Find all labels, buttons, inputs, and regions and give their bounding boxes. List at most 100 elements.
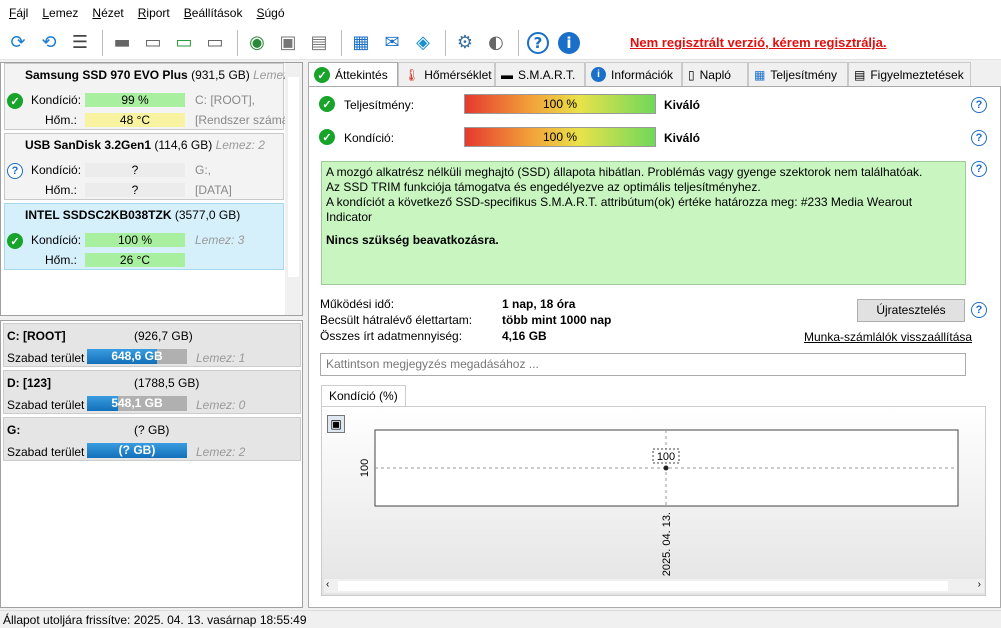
disk-lemez: Lemez: 3 — [195, 233, 245, 247]
free-space-bar: 548,1 GB — [87, 396, 187, 411]
ok-check-icon: ✓ — [319, 96, 335, 112]
condition-bar: 100 % — [85, 233, 185, 247]
help-icon[interactable]: ? — [971, 161, 987, 177]
toolbar-separator — [445, 29, 446, 56]
chart-tab-condition[interactable]: Kondíció (%) — [321, 385, 406, 407]
info-icon[interactable]: i — [555, 29, 583, 57]
toolbar-separator — [102, 29, 103, 56]
menu-report[interactable]: Riport — [131, 0, 177, 26]
disk-item-samsung[interactable]: Samsung SSD 970 EVO Plus (931,5 GB) Leme… — [4, 63, 302, 130]
disk-schedule-icon[interactable]: ▭ — [139, 29, 167, 57]
refresh-icon[interactable]: ⟳ — [4, 29, 32, 57]
scroll-thumb[interactable] — [338, 581, 948, 591]
partition-item[interactable]: G: (? GB) Szabad terület (? GB) Lemez: 2 — [3, 417, 301, 461]
help-icon[interactable]: ? — [971, 302, 987, 318]
tab-warnings[interactable]: ▤ Figyelmeztetések — [848, 62, 971, 86]
temperature-bar: 48 °C — [85, 113, 185, 127]
tab-log[interactable]: ▯ Napló — [682, 62, 748, 86]
disk-check-icon[interactable]: ▭ — [170, 29, 198, 57]
disk-volumes: G:, — [195, 163, 212, 177]
remote-disk-icon[interactable]: ▤ — [305, 29, 333, 57]
unregistered-link[interactable]: Nem regisztrált verzió, kérem regisztrál… — [630, 35, 887, 50]
menu-settings[interactable]: Beállítások — [177, 0, 250, 26]
refresh-all-icon[interactable]: ⟲ — [35, 29, 63, 57]
disk-list-scrollbar[interactable] — [285, 63, 302, 315]
x-tick-label: 2025. 04. 13. — [661, 512, 673, 576]
partition-lemez: Lemez: 1 — [196, 351, 246, 365]
info-icon: i — [591, 67, 606, 82]
alert-icon[interactable]: ◈ — [409, 29, 437, 57]
lifetime-label: Becsült hátralévő élettartam: — [320, 313, 473, 327]
message-action: Nincs szükség beavatkozásra. — [326, 233, 499, 247]
retest-button[interactable]: Újratesztelés — [857, 299, 965, 322]
reset-counters-link[interactable]: Munka-számlálók visszaállítása — [804, 330, 972, 344]
disk-item-sandisk[interactable]: USB SanDisk 3.2Gen1 (114,6 GB) Lemez: 2 … — [4, 133, 284, 200]
server-icon[interactable]: ▣ — [274, 29, 302, 57]
left-panel: Samsung SSD 970 EVO Plus (931,5 GB) Leme… — [0, 62, 303, 608]
tab-info[interactable]: i Információk — [585, 62, 682, 86]
data-label: 100 — [657, 451, 675, 463]
menu-bar: Fájl Lemez Nézet Riport Beállítások Súgó — [0, 0, 1001, 26]
uptime-label: Működési idő: — [320, 297, 395, 311]
ok-check-icon: ✓ — [7, 233, 23, 249]
help-icon[interactable]: ? — [971, 97, 987, 113]
menu-help[interactable]: Súgó — [249, 0, 291, 26]
log-icon: ▯ — [688, 67, 695, 82]
temperature-label: Hőm.: — [45, 253, 78, 267]
help-icon[interactable]: ? — [524, 29, 552, 57]
free-space-bar: (? GB) — [87, 443, 187, 458]
chart-scrollbar[interactable]: ‹ › — [324, 579, 984, 593]
menu-view[interactable]: Nézet — [85, 0, 130, 26]
ok-check-icon: ✓ — [314, 67, 330, 83]
overview-panel: ✓ Teljesítmény: 100 % Kiváló ? ✓ Kondíci… — [308, 86, 1001, 608]
y-tick-label: 100 — [359, 459, 371, 477]
warnings-icon: ▤ — [854, 67, 866, 82]
free-space-label: Szabad terület — [7, 398, 85, 412]
help-icon[interactable]: ? — [971, 130, 987, 146]
disk-icon[interactable]: ▬ — [108, 29, 136, 57]
free-space-bar: 648,6 GB — [87, 349, 187, 364]
condition-label: Kondíció: — [31, 163, 82, 177]
condition-chart: ▣ 100 100 2025. 04. 13. ‹ › — [321, 406, 986, 596]
disk-list-icon[interactable]: ☰ — [66, 29, 94, 57]
status-message-box: A mozgó alkatrész nélküli meghajtó (SSD)… — [321, 161, 966, 285]
disk-search-icon[interactable]: ▭ — [201, 29, 229, 57]
health-label: Kondíció: — [344, 131, 395, 145]
tab-smart[interactable]: ▬ S.M.A.R.T. — [495, 62, 585, 86]
toolbar: ⟳ ⟲ ☰ ▬ ▭ ▭ ▭ ◉ ▣ ▤ ▦ ✉ ◈ ⚙ ◐ ? i Nem re… — [0, 26, 1001, 60]
chart-svg: 100 100 2025. 04. 13. — [359, 429, 959, 576]
scroll-thumb[interactable] — [288, 77, 299, 277]
condition-label: Kondíció: — [31, 233, 82, 247]
free-space-label: Szabad terület — [7, 445, 85, 459]
notes-icon[interactable]: ▦ — [347, 29, 375, 57]
note-input[interactable]: Kattintson megjegyzés megadásához ... — [320, 353, 966, 376]
temperature-label: Hőm.: — [45, 113, 78, 127]
network-disk-icon[interactable]: ◉ — [243, 29, 271, 57]
sound-icon[interactable]: ◐ — [482, 29, 510, 57]
partition-item[interactable]: D: [123] (1788,5 GB) Szabad terület 548,… — [3, 370, 301, 414]
performance-bar: 100 % — [464, 94, 656, 114]
written-value: 4,16 GB — [502, 329, 547, 343]
disk-volumes: C: [ROOT], — [195, 93, 255, 107]
settings-gear-icon[interactable]: ⚙ — [451, 29, 479, 57]
health-bar: 100 % — [464, 127, 656, 147]
partition-size: (926,7 GB) — [134, 329, 193, 343]
menu-disk[interactable]: Lemez — [35, 0, 85, 26]
partition-lemez: Lemez: 2 — [196, 445, 246, 459]
disk-item-intel[interactable]: INTEL SSDSC2KB038TZK (3577,0 GB) ✓ Kondí… — [4, 203, 284, 270]
menu-file[interactable]: Fájl — [2, 0, 35, 26]
partition-name: D: [123] — [7, 376, 52, 390]
tab-temperature[interactable]: 🌡 Hőmérséklet — [398, 62, 495, 86]
temperature-bar: 26 °C — [85, 253, 185, 267]
tab-overview[interactable]: ✓ Áttekintés — [308, 62, 398, 87]
partition-list: C: [ROOT] (926,7 GB) Szabad terület 648,… — [0, 320, 303, 608]
partition-item[interactable]: C: [ROOT] (926,7 GB) Szabad terület 648,… — [3, 323, 301, 367]
email-icon[interactable]: ✉ — [378, 29, 406, 57]
tab-performance[interactable]: ▦ Teljesítmény — [748, 62, 848, 86]
performance-rating: Kiváló — [664, 98, 701, 112]
condition-label: Kondíció: — [31, 93, 82, 107]
temperature-bar: ? — [85, 183, 185, 197]
health-rating: Kiváló — [664, 131, 701, 145]
uptime-value: 1 nap, 18 óra — [502, 297, 576, 311]
performance-label: Teljesítmény: — [344, 98, 415, 112]
